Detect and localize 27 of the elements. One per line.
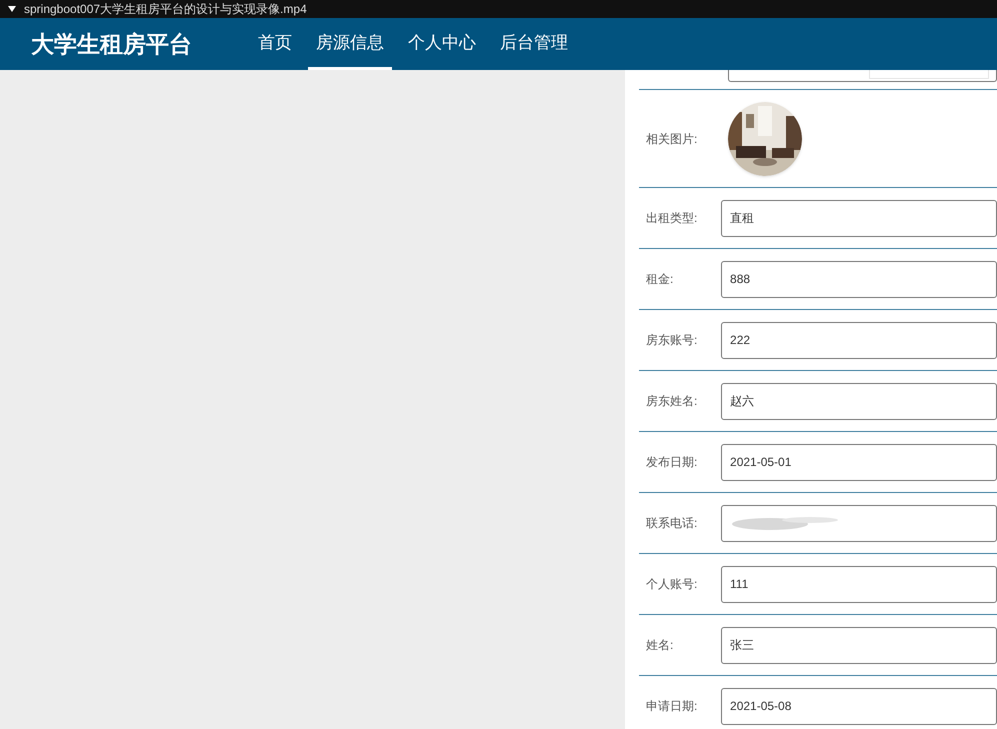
nav-tab[interactable]: 后台管理 (492, 18, 576, 70)
field-label: 相关图片: (645, 130, 698, 148)
field-label: 房东姓名: (645, 393, 698, 410)
input-field[interactable]: 赵六 (721, 382, 997, 420)
field-label: 申请日期: (645, 698, 698, 715)
brand-title: 大学生租房平台 (30, 30, 193, 59)
field-label: 房东账号: (645, 332, 698, 349)
field-label: 姓名: (645, 637, 674, 654)
field-label: 租金: (645, 271, 674, 288)
nav-tab[interactable]: 首页 (250, 18, 300, 70)
dropdown-icon[interactable] (8, 6, 16, 12)
field-label: 发布日期: (645, 454, 698, 471)
input-field[interactable]: 直租 (721, 200, 997, 236)
field-label: 联系电话: (645, 515, 698, 532)
input-field[interactable]: 888 (721, 260, 997, 298)
input-field[interactable]: 张三 (721, 626, 997, 664)
input-field[interactable] (721, 504, 997, 542)
nav-tab[interactable]: 房源信息 (308, 18, 392, 70)
input-field[interactable]: 2021-05-01 (721, 444, 997, 480)
video-title: springboot007大学生租房平台的设计与实现录像.mp4 (24, 3, 307, 15)
field-label: 出租类型: (645, 210, 698, 227)
field-label: 个人账号: (645, 576, 698, 593)
nav-tab[interactable]: 个人中心 (400, 18, 484, 70)
input-field[interactable] (728, 70, 997, 82)
input-field[interactable]: 111 (721, 566, 997, 602)
input-field[interactable]: 2021-05-08 (721, 688, 997, 724)
input-field[interactable]: 222 (721, 322, 997, 358)
